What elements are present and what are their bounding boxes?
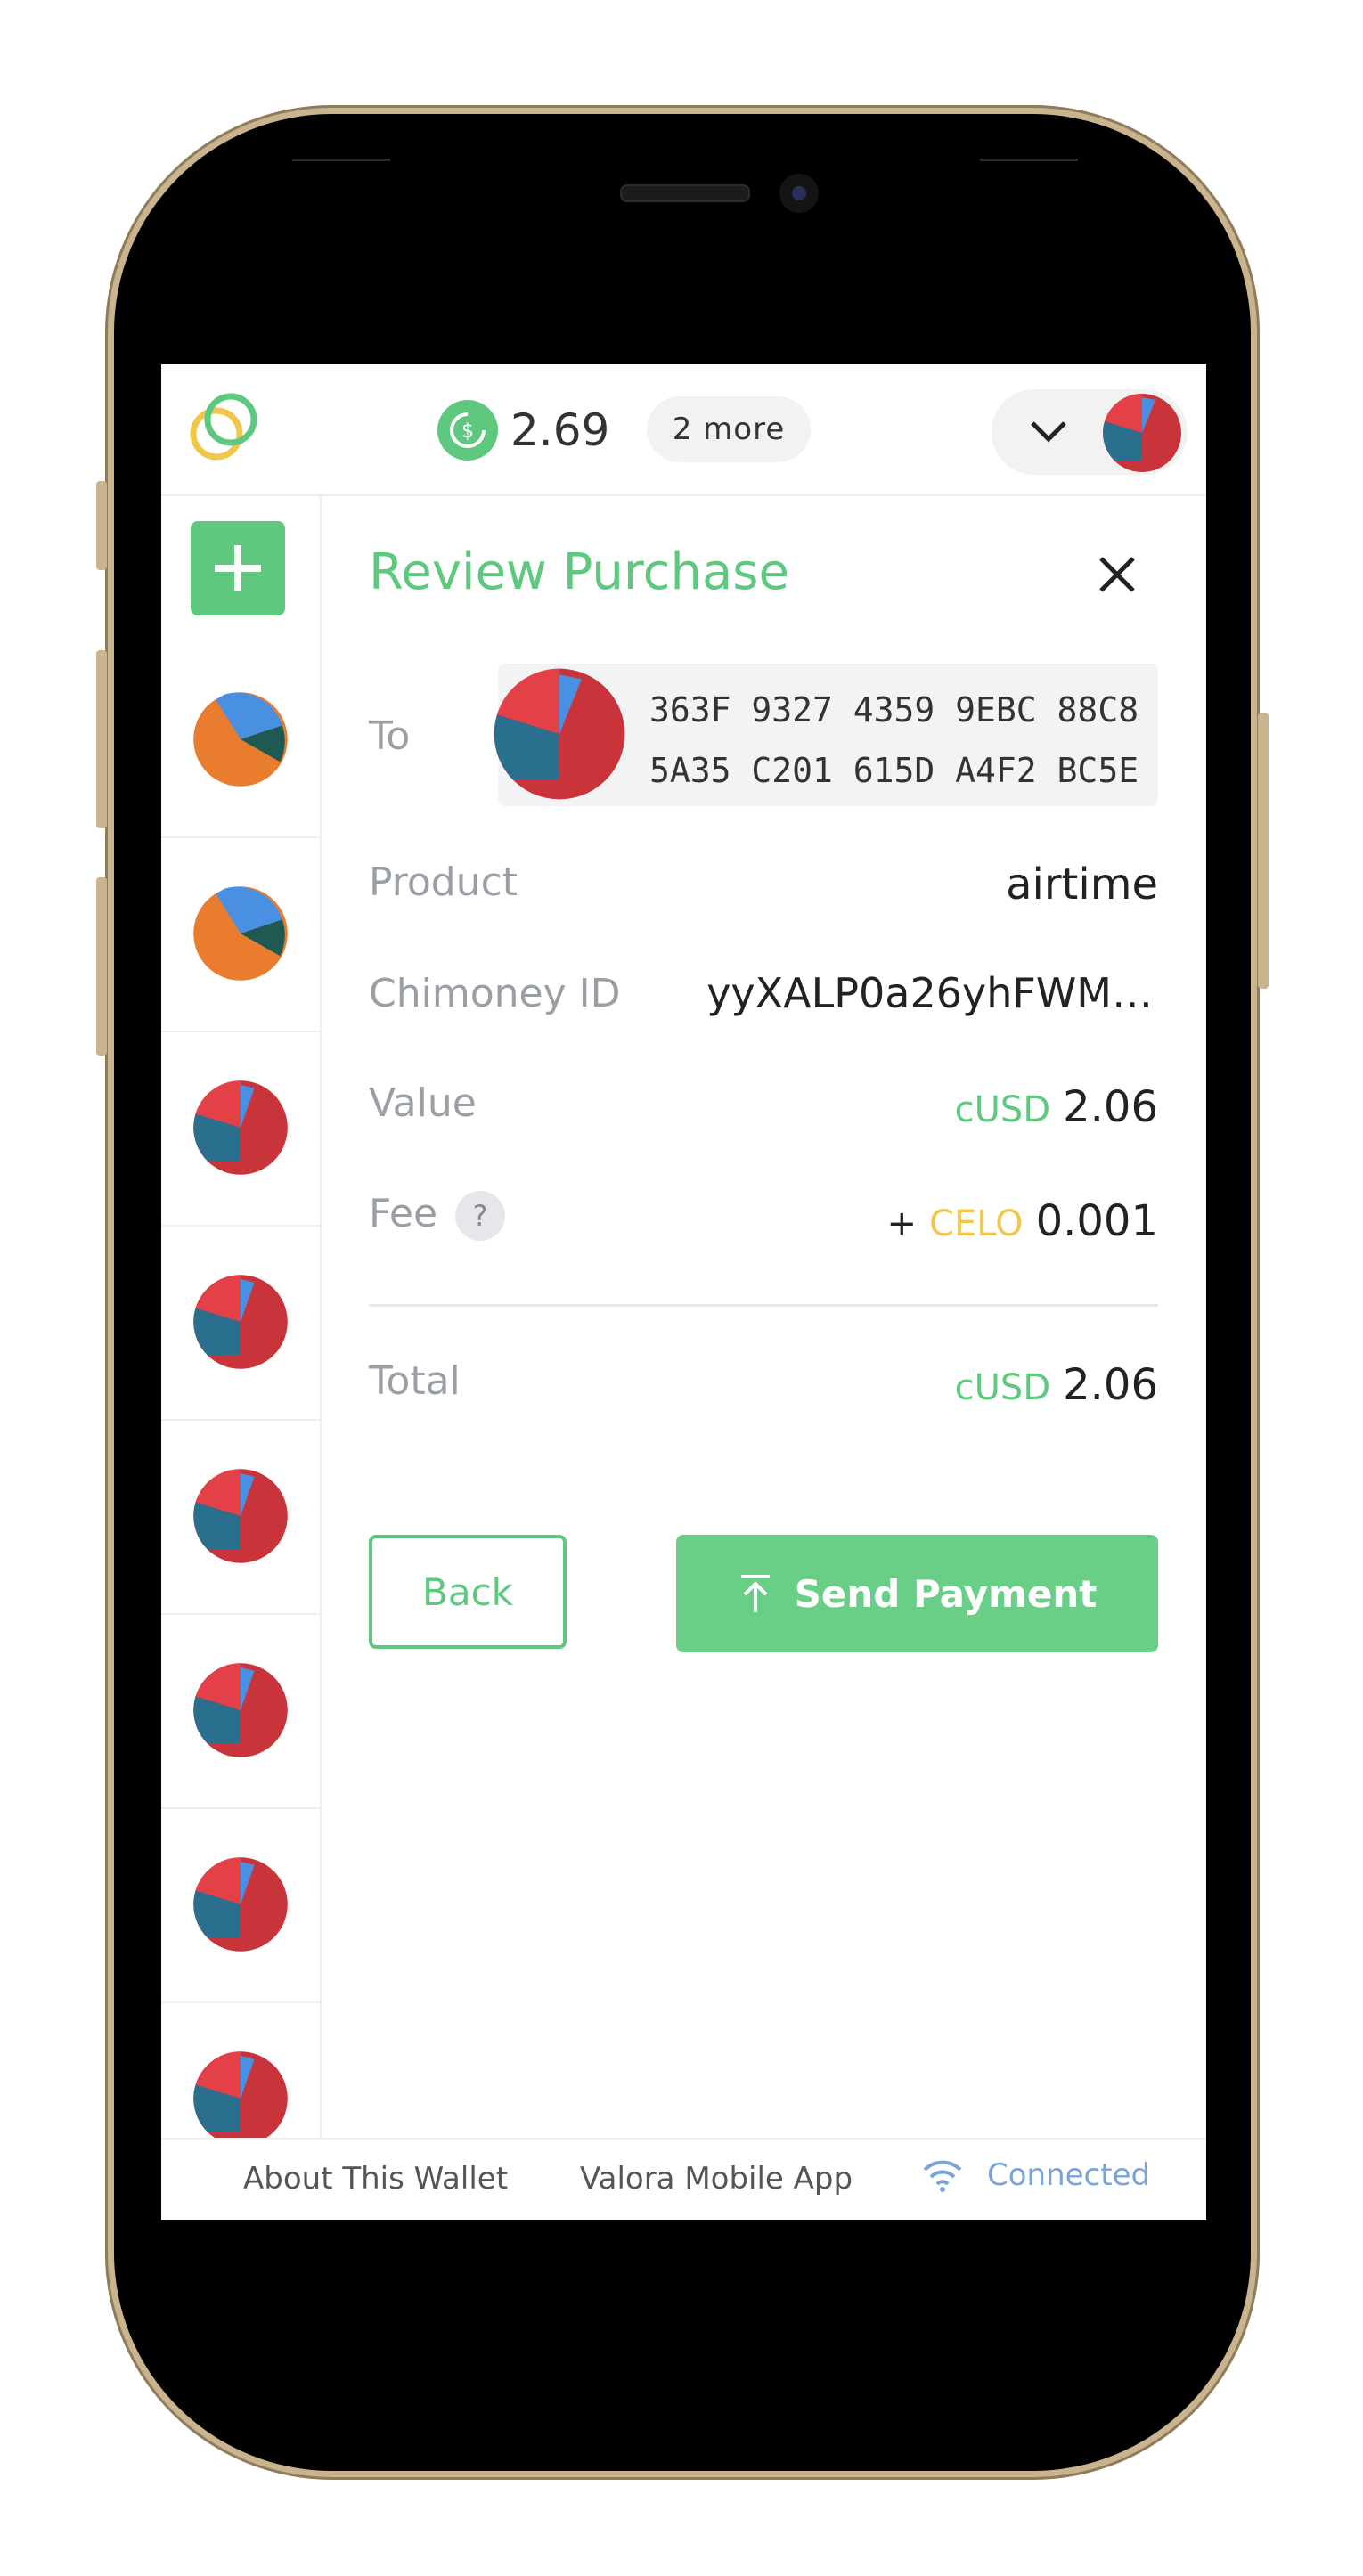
more-tokens-button[interactable]: 2 more — [647, 396, 811, 462]
sidebar-account-item[interactable] — [161, 1807, 320, 2003]
wifi-icon — [923, 2160, 962, 2192]
phone-notch-line — [980, 159, 1078, 161]
divider — [369, 1304, 1158, 1307]
close-icon[interactable] — [1090, 548, 1144, 601]
footer: About This Wallet Valora Mobile App Conn… — [161, 2138, 1206, 2220]
value-currency: cUSD — [954, 1089, 1051, 1130]
total-currency: cUSD — [954, 1367, 1051, 1408]
product-value: airtime — [1006, 860, 1158, 909]
upload-arrow-icon — [740, 1575, 770, 1612]
svg-text:$: $ — [461, 420, 474, 443]
total-amount: cUSD 2.06 — [955, 1360, 1158, 1410]
celo-logo-icon — [190, 393, 257, 461]
app-screen: $ 2.69 2 more Review Purchase To 363F 93… — [161, 364, 1206, 2220]
value-amount: cUSD 2.06 — [955, 1082, 1158, 1132]
connection-status-label: Connected — [987, 2157, 1151, 2193]
total-number: 2.06 — [1063, 1360, 1158, 1410]
fee-label-row: Fee? — [369, 1191, 506, 1241]
phone-notch-line — [292, 159, 390, 161]
value-label: Value — [369, 1080, 477, 1126]
sidebar-account-item[interactable] — [161, 1419, 320, 1615]
to-label: To — [369, 713, 411, 759]
account-avatar-icon — [193, 692, 288, 787]
recipient-address: 363F 9327 4359 9EBC 88C8 5A35 C201 615D … — [649, 680, 1139, 801]
send-payment-label: Send Payment — [794, 1571, 1098, 1616]
sidebar-account-item[interactable] — [161, 1225, 320, 1421]
phone-side-button — [96, 481, 107, 570]
account-avatar-icon — [1103, 394, 1181, 472]
top-bar: $ 2.69 2 more — [161, 364, 1206, 496]
account-switcher[interactable] — [992, 389, 1188, 475]
plus-icon — [215, 545, 261, 591]
sidebar-account-item[interactable] — [161, 642, 320, 838]
total-label: Total — [369, 1358, 461, 1404]
sidebar-account-item[interactable] — [161, 1031, 320, 1227]
phone-side-button — [96, 877, 107, 1056]
address-line: 5A35 C201 615D A4F2 BC5E — [649, 751, 1139, 790]
accounts-sidebar — [161, 494, 322, 2197]
chevron-down-icon — [1031, 421, 1066, 443]
back-button[interactable]: Back — [369, 1535, 567, 1649]
fee-number: 0.001 — [1035, 1196, 1158, 1246]
account-avatar-icon — [193, 886, 288, 981]
review-purchase-panel: Review Purchase To 363F 9327 4359 9EBC 8… — [320, 494, 1206, 2138]
connection-status: Connected — [923, 2157, 1150, 2193]
address-line: 363F 9327 4359 9EBC 88C8 — [649, 690, 1139, 730]
fee-help-icon[interactable]: ? — [455, 1191, 506, 1241]
account-avatar-icon — [193, 1080, 288, 1175]
balance-display[interactable]: $ 2.69 — [437, 398, 609, 462]
phone-speaker — [620, 184, 750, 202]
recipient-avatar-icon — [494, 668, 625, 800]
about-wallet-link[interactable]: About This Wallet — [243, 2161, 508, 2197]
account-avatar-icon — [193, 1275, 288, 1369]
sidebar-account-item[interactable] — [161, 836, 320, 1032]
fee-label: Fee — [369, 1191, 438, 1236]
account-avatar-icon — [193, 2051, 288, 2146]
value-number: 2.06 — [1063, 1082, 1158, 1132]
product-label: Product — [369, 860, 518, 905]
account-avatar-icon — [193, 1469, 288, 1563]
sidebar-account-item[interactable] — [161, 1613, 320, 1809]
chimoney-id-label: Chimoney ID — [369, 971, 621, 1016]
add-account-button[interactable] — [191, 521, 285, 615]
fee-amount: + CELO 0.001 — [887, 1196, 1158, 1246]
account-avatar-icon — [193, 1857, 288, 1952]
chimoney-id-value: yyXALP0a26yhFWM… — [706, 969, 1153, 1017]
phone-side-button — [1258, 713, 1269, 989]
page-title: Review Purchase — [369, 543, 789, 601]
fee-currency: CELO — [929, 1203, 1024, 1244]
fee-plus: + — [886, 1203, 918, 1244]
recipient-address-box[interactable]: 363F 9327 4359 9EBC 88C8 5A35 C201 615D … — [494, 664, 1158, 806]
balance-value: 2.69 — [510, 404, 610, 456]
phone-side-button — [96, 650, 107, 828]
cusd-coin-icon: $ — [437, 400, 498, 461]
valora-app-link[interactable]: Valora Mobile App — [580, 2161, 853, 2197]
send-payment-button[interactable]: Send Payment — [676, 1535, 1158, 1652]
account-avatar-icon — [193, 1663, 288, 1757]
phone-camera — [779, 174, 819, 213]
